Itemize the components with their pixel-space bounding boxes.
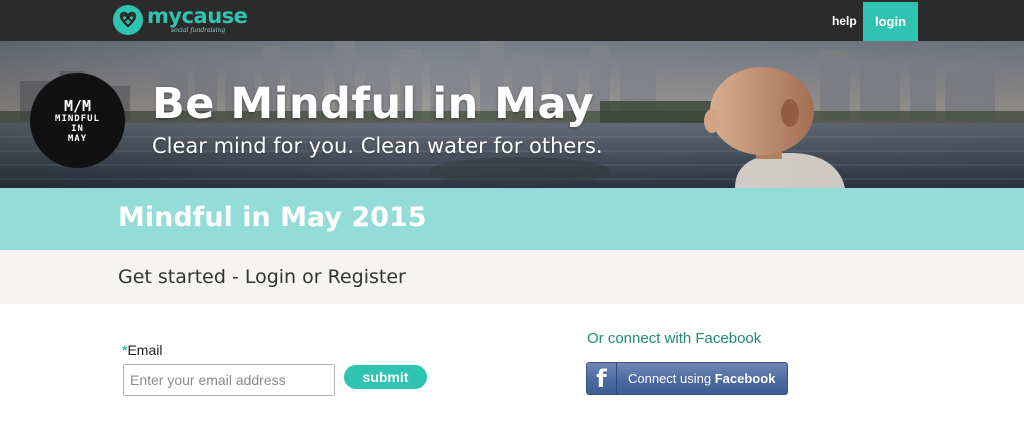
badge-line-1: MINDFUL bbox=[55, 113, 100, 124]
badge-line-2: IN bbox=[71, 123, 84, 134]
get-started-section: Get started - Login or Register bbox=[0, 250, 1024, 304]
facebook-f-icon: f bbox=[587, 363, 617, 394]
badge-line-3: MAY bbox=[67, 133, 88, 144]
mindful-in-may-badge-logo: M/M MINDFUL IN MAY bbox=[30, 73, 125, 168]
facebook-button-prefix: Connect using bbox=[628, 371, 715, 386]
badge-monogram: M/M bbox=[63, 96, 92, 115]
hero-title: Be Mindful in May bbox=[152, 79, 595, 129]
facebook-connect-button[interactable]: f Connect using Facebook bbox=[586, 362, 788, 395]
facebook-button-label: Connect using Facebook bbox=[628, 371, 775, 386]
heart-infinity-logo-icon bbox=[113, 5, 143, 35]
hero-subtitle: Clear mind for you. Clean water for othe… bbox=[152, 134, 603, 158]
top-nav-bar: mycause social fundraising help login bbox=[0, 0, 1024, 41]
campaign-title: Mindful in May 2015 bbox=[118, 202, 427, 233]
email-label-text: Email bbox=[127, 342, 163, 358]
logo-wordmark: mycause bbox=[147, 4, 248, 28]
get-started-heading: Get started - Login or Register bbox=[118, 266, 406, 288]
login-button[interactable]: login bbox=[863, 2, 918, 41]
email-input[interactable] bbox=[123, 364, 335, 396]
mycause-logo[interactable]: mycause social fundraising bbox=[112, 4, 248, 36]
campaign-title-bar: Mindful in May 2015 bbox=[0, 188, 1024, 250]
logo-tagline: social fundraising bbox=[171, 27, 226, 34]
submit-button[interactable]: submit bbox=[344, 365, 427, 389]
help-link[interactable]: help bbox=[832, 14, 857, 28]
login-form-section: *Email submit Or connect with Facebook f… bbox=[0, 304, 1024, 430]
email-label: *Email bbox=[122, 342, 162, 358]
hero-banner: M/M MINDFUL IN MAY Be Mindful in May Cle… bbox=[0, 41, 1024, 188]
facebook-connect-heading: Or connect with Facebook bbox=[587, 330, 762, 347]
facebook-button-brand: Facebook bbox=[714, 371, 776, 386]
